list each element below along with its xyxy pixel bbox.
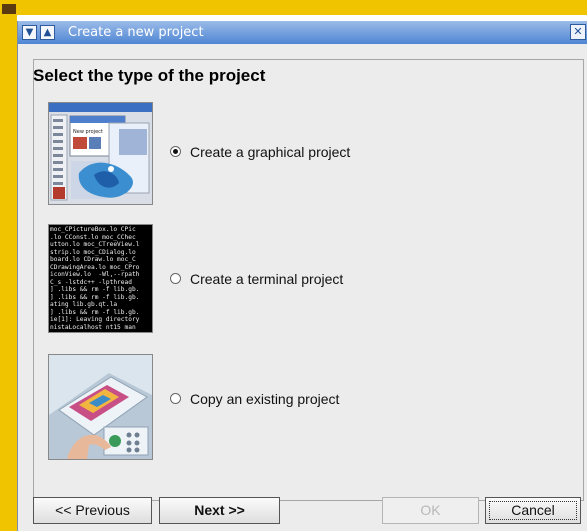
ok-button[interactable]: OK	[382, 497, 479, 524]
terminal-line: strip.lo moc_CDialog.lo	[50, 248, 136, 256]
option-terminal-project[interactable]: Create a terminal project	[170, 271, 343, 287]
graphical-project-radio[interactable]	[170, 146, 181, 157]
terminal-line: .lo CConst.lo moc_CChec	[50, 233, 136, 241]
dialog-window: ▼ ▲ Create a new project ✕ Select the ty…	[17, 21, 587, 531]
terminal-line: moc_CPictureBox.lo CPic	[50, 226, 136, 233]
desktop-corner	[2, 4, 16, 14]
terminal-line: board.lo CDraw.lo moc_C	[50, 256, 136, 263]
graphical-project-thumbnail: New project	[48, 102, 153, 205]
terminal-project-label: Create a terminal project	[190, 271, 344, 287]
title-bar[interactable]: ▼ ▲ Create a new project ✕	[18, 21, 587, 44]
terminal-project-radio[interactable]	[170, 273, 181, 284]
terminal-line: C_s -lstdc++ -lpthread	[50, 278, 132, 286]
terminal-line: ie[1]: Leaving directory	[50, 316, 140, 323]
next-button-label: Next >>	[194, 502, 245, 518]
terminal-line: CDrawingArea.lo moc_CPro	[50, 263, 140, 271]
graphical-project-label: Create a graphical project	[190, 144, 351, 160]
copy-project-thumbnail	[48, 354, 153, 460]
chevron-down-icon[interactable]: ▼	[22, 25, 37, 40]
previous-button-label: << Previous	[55, 502, 130, 518]
terminal-line: ] .libs && rm -f lib.gb.	[50, 308, 140, 316]
next-button[interactable]: Next >>	[159, 497, 280, 524]
window-title: Create a new project	[68, 25, 204, 40]
desktop-background-left	[0, 0, 17, 531]
terminal-line: iconView.lo -Wl,--rpath	[50, 271, 140, 278]
previous-button[interactable]: << Previous	[33, 497, 152, 524]
copy-project-radio[interactable]	[170, 393, 181, 404]
option-graphical-project[interactable]: Create a graphical project	[170, 144, 350, 160]
terminal-text: moc_CPictureBox.lo CPic .lo CConst.lo moc…	[49, 225, 152, 331]
cancel-button-label: Cancel	[511, 502, 555, 518]
cancel-button[interactable]: Cancel	[485, 497, 581, 524]
option-copy-project[interactable]: Copy an existing project	[170, 391, 339, 407]
terminal-line: ] .libs && rm -f lib.gb.	[50, 293, 140, 301]
close-icon[interactable]: ✕	[570, 24, 586, 40]
svg-text:New project: New project	[73, 129, 103, 135]
terminal-line: nistaLocalhost nt15 man	[50, 323, 136, 331]
desktop-background	[0, 0, 587, 15]
terminal-line: ] .libs && rm -f lib.gb.	[50, 286, 140, 293]
ok-button-label: OK	[420, 502, 441, 518]
copy-project-label: Copy an existing project	[190, 391, 340, 407]
terminal-line: utton.lo moc_CTreeView.l	[50, 241, 140, 248]
arrow-up-icon[interactable]: ▲	[40, 25, 55, 40]
terminal-project-thumbnail: moc_CPictureBox.lo CPic .lo CConst.lo moc…	[48, 224, 153, 333]
terminal-line: ating lib.gb.qt.la	[50, 301, 118, 308]
page-title: Select the type of the project	[33, 66, 266, 85]
